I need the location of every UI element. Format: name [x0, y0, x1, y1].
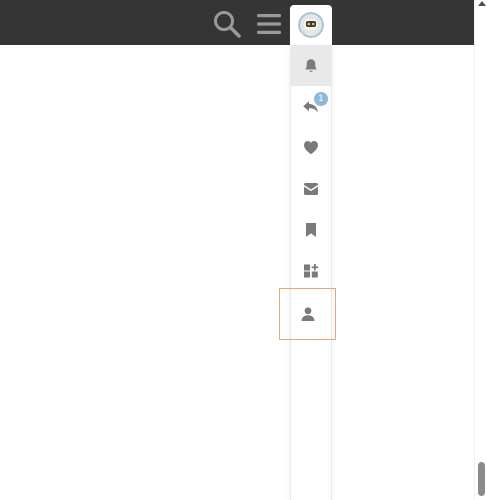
- hamburger-menu-icon: [257, 14, 281, 34]
- tab-likes[interactable]: [291, 127, 331, 168]
- tab-profile[interactable]: [279, 288, 336, 340]
- scrollbar-thumb[interactable]: [478, 462, 485, 496]
- tab-replies[interactable]: 1: [291, 86, 331, 127]
- bell-icon: [305, 58, 317, 72]
- search-icon: [214, 11, 241, 38]
- user-menu-panel: 1: [290, 45, 332, 500]
- tab-messages[interactable]: [291, 168, 331, 209]
- bookmark-icon: [306, 222, 316, 237]
- envelope-icon: [304, 182, 318, 195]
- widgets-plus-icon: [304, 263, 319, 277]
- page-scrollbar[interactable]: [474, 0, 487, 500]
- site-header: [0, 0, 474, 45]
- user-icon: [301, 307, 314, 321]
- tab-bookmarks[interactable]: [291, 209, 331, 250]
- search-button[interactable]: [212, 9, 242, 39]
- page: 1: [0, 0, 487, 500]
- tab-review[interactable]: [291, 250, 331, 291]
- robot-avatar: [298, 12, 324, 38]
- user-avatar-button[interactable]: [290, 5, 332, 45]
- tab-notifications[interactable]: [291, 45, 331, 86]
- hamburger-menu-button[interactable]: [255, 10, 283, 38]
- replies-count-badge: 1: [313, 91, 329, 107]
- scroll-up-arrow[interactable]: [478, 1, 486, 6]
- heart-icon: [304, 141, 318, 155]
